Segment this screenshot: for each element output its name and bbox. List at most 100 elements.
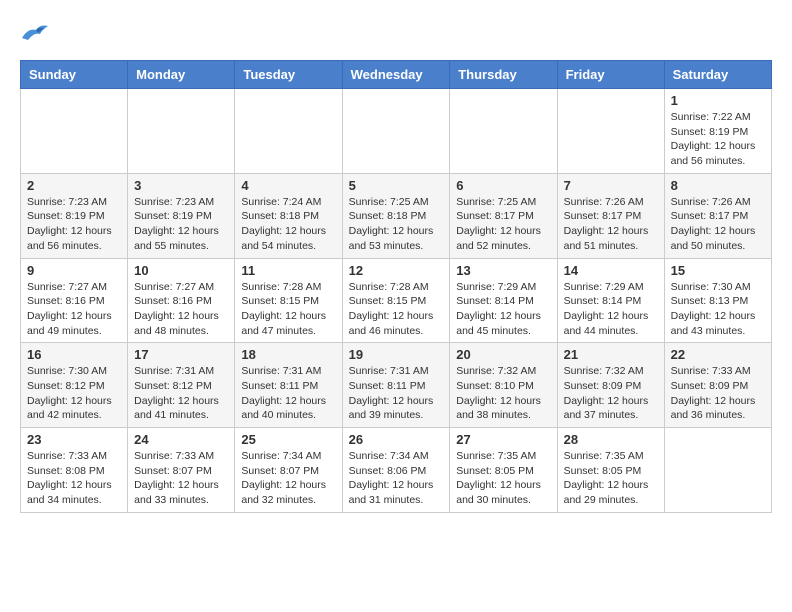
day-number: 27 xyxy=(456,432,550,447)
day-number: 3 xyxy=(134,178,228,193)
calendar-cell: 20 Sunrise: 7:32 AM Sunset: 8:10 PM Dayli… xyxy=(450,343,557,428)
day-info: Sunrise: 7:29 AM Sunset: 8:14 PM Dayligh… xyxy=(456,280,550,339)
calendar-cell: 6 Sunrise: 7:25 AM Sunset: 8:17 PM Daylig… xyxy=(450,173,557,258)
day-number: 16 xyxy=(27,347,121,362)
day-number: 8 xyxy=(671,178,765,193)
calendar-cell xyxy=(664,428,771,513)
calendar-cell: 27 Sunrise: 7:35 AM Sunset: 8:05 PM Dayli… xyxy=(450,428,557,513)
weekday-header: Thursday xyxy=(450,61,557,89)
calendar-cell: 17 Sunrise: 7:31 AM Sunset: 8:12 PM Dayli… xyxy=(128,343,235,428)
day-info: Sunrise: 7:34 AM Sunset: 8:07 PM Dayligh… xyxy=(241,449,335,508)
day-info: Sunrise: 7:23 AM Sunset: 8:19 PM Dayligh… xyxy=(134,195,228,254)
day-info: Sunrise: 7:33 AM Sunset: 8:09 PM Dayligh… xyxy=(671,364,765,423)
day-info: Sunrise: 7:31 AM Sunset: 8:11 PM Dayligh… xyxy=(349,364,444,423)
day-number: 6 xyxy=(456,178,550,193)
day-number: 1 xyxy=(671,93,765,108)
day-number: 21 xyxy=(564,347,658,362)
calendar-cell xyxy=(557,89,664,174)
day-info: Sunrise: 7:30 AM Sunset: 8:12 PM Dayligh… xyxy=(27,364,121,423)
day-number: 10 xyxy=(134,263,228,278)
calendar-cell: 14 Sunrise: 7:29 AM Sunset: 8:14 PM Dayli… xyxy=(557,258,664,343)
calendar-cell: 8 Sunrise: 7:26 AM Sunset: 8:17 PM Daylig… xyxy=(664,173,771,258)
day-number: 5 xyxy=(349,178,444,193)
day-info: Sunrise: 7:35 AM Sunset: 8:05 PM Dayligh… xyxy=(456,449,550,508)
calendar-cell: 11 Sunrise: 7:28 AM Sunset: 8:15 PM Dayli… xyxy=(235,258,342,343)
calendar-cell: 23 Sunrise: 7:33 AM Sunset: 8:08 PM Dayli… xyxy=(21,428,128,513)
day-number: 22 xyxy=(671,347,765,362)
calendar-week-row: 16 Sunrise: 7:30 AM Sunset: 8:12 PM Dayli… xyxy=(21,343,772,428)
day-info: Sunrise: 7:31 AM Sunset: 8:12 PM Dayligh… xyxy=(134,364,228,423)
calendar-cell: 4 Sunrise: 7:24 AM Sunset: 8:18 PM Daylig… xyxy=(235,173,342,258)
calendar-cell: 13 Sunrise: 7:29 AM Sunset: 8:14 PM Dayli… xyxy=(450,258,557,343)
calendar-cell: 2 Sunrise: 7:23 AM Sunset: 8:19 PM Daylig… xyxy=(21,173,128,258)
day-number: 15 xyxy=(671,263,765,278)
day-info: Sunrise: 7:25 AM Sunset: 8:18 PM Dayligh… xyxy=(349,195,444,254)
calendar-cell: 16 Sunrise: 7:30 AM Sunset: 8:12 PM Dayli… xyxy=(21,343,128,428)
calendar-cell: 1Sunrise: 7:22 AM Sunset: 8:19 PM Daylig… xyxy=(664,89,771,174)
calendar-cell: 9 Sunrise: 7:27 AM Sunset: 8:16 PM Daylig… xyxy=(21,258,128,343)
day-info: Sunrise: 7:31 AM Sunset: 8:11 PM Dayligh… xyxy=(241,364,335,423)
weekday-header: Sunday xyxy=(21,61,128,89)
day-number: 19 xyxy=(349,347,444,362)
day-info: Sunrise: 7:24 AM Sunset: 8:18 PM Dayligh… xyxy=(241,195,335,254)
calendar-cell: 21 Sunrise: 7:32 AM Sunset: 8:09 PM Dayli… xyxy=(557,343,664,428)
day-info: Sunrise: 7:28 AM Sunset: 8:15 PM Dayligh… xyxy=(349,280,444,339)
day-number: 2 xyxy=(27,178,121,193)
day-number: 24 xyxy=(134,432,228,447)
weekday-header: Tuesday xyxy=(235,61,342,89)
day-number: 4 xyxy=(241,178,335,193)
day-info: Sunrise: 7:26 AM Sunset: 8:17 PM Dayligh… xyxy=(564,195,658,254)
day-number: 9 xyxy=(27,263,121,278)
day-info: Sunrise: 7:27 AM Sunset: 8:16 PM Dayligh… xyxy=(134,280,228,339)
day-number: 13 xyxy=(456,263,550,278)
calendar-cell: 12 Sunrise: 7:28 AM Sunset: 8:15 PM Dayli… xyxy=(342,258,450,343)
day-info: Sunrise: 7:32 AM Sunset: 8:09 PM Dayligh… xyxy=(564,364,658,423)
day-number: 11 xyxy=(241,263,335,278)
page-header xyxy=(20,20,772,44)
calendar-table: SundayMondayTuesdayWednesdayThursdayFrid… xyxy=(20,60,772,513)
day-number: 23 xyxy=(27,432,121,447)
day-number: 14 xyxy=(564,263,658,278)
calendar-week-row: 23 Sunrise: 7:33 AM Sunset: 8:08 PM Dayli… xyxy=(21,428,772,513)
day-number: 7 xyxy=(564,178,658,193)
day-number: 25 xyxy=(241,432,335,447)
calendar-cell: 26Sunrise: 7:34 AM Sunset: 8:06 PM Dayli… xyxy=(342,428,450,513)
day-info: Sunrise: 7:29 AM Sunset: 8:14 PM Dayligh… xyxy=(564,280,658,339)
day-info: Sunrise: 7:35 AM Sunset: 8:05 PM Dayligh… xyxy=(564,449,658,508)
calendar-cell: 18Sunrise: 7:31 AM Sunset: 8:11 PM Dayli… xyxy=(235,343,342,428)
weekday-header: Friday xyxy=(557,61,664,89)
day-info: Sunrise: 7:28 AM Sunset: 8:15 PM Dayligh… xyxy=(241,280,335,339)
calendar-cell xyxy=(21,89,128,174)
calendar-week-row: 1Sunrise: 7:22 AM Sunset: 8:19 PM Daylig… xyxy=(21,89,772,174)
day-number: 28 xyxy=(564,432,658,447)
day-info: Sunrise: 7:25 AM Sunset: 8:17 PM Dayligh… xyxy=(456,195,550,254)
calendar-cell: 3 Sunrise: 7:23 AM Sunset: 8:19 PM Daylig… xyxy=(128,173,235,258)
day-info: Sunrise: 7:34 AM Sunset: 8:06 PM Dayligh… xyxy=(349,449,444,508)
logo xyxy=(20,20,54,44)
day-number: 12 xyxy=(349,263,444,278)
calendar-cell xyxy=(342,89,450,174)
calendar-cell: 24Sunrise: 7:33 AM Sunset: 8:07 PM Dayli… xyxy=(128,428,235,513)
weekday-header: Monday xyxy=(128,61,235,89)
calendar-week-row: 9 Sunrise: 7:27 AM Sunset: 8:16 PM Daylig… xyxy=(21,258,772,343)
calendar-week-row: 2 Sunrise: 7:23 AM Sunset: 8:19 PM Daylig… xyxy=(21,173,772,258)
weekday-header: Saturday xyxy=(664,61,771,89)
day-info: Sunrise: 7:32 AM Sunset: 8:10 PM Dayligh… xyxy=(456,364,550,423)
calendar-cell xyxy=(450,89,557,174)
day-info: Sunrise: 7:33 AM Sunset: 8:08 PM Dayligh… xyxy=(27,449,121,508)
day-number: 17 xyxy=(134,347,228,362)
logo-bird-icon xyxy=(20,20,50,44)
weekday-header: Wednesday xyxy=(342,61,450,89)
calendar-cell: 5 Sunrise: 7:25 AM Sunset: 8:18 PM Daylig… xyxy=(342,173,450,258)
day-info: Sunrise: 7:26 AM Sunset: 8:17 PM Dayligh… xyxy=(671,195,765,254)
calendar-cell: 7 Sunrise: 7:26 AM Sunset: 8:17 PM Daylig… xyxy=(557,173,664,258)
day-info: Sunrise: 7:27 AM Sunset: 8:16 PM Dayligh… xyxy=(27,280,121,339)
calendar-cell xyxy=(235,89,342,174)
day-info: Sunrise: 7:30 AM Sunset: 8:13 PM Dayligh… xyxy=(671,280,765,339)
calendar-cell: 19 Sunrise: 7:31 AM Sunset: 8:11 PM Dayli… xyxy=(342,343,450,428)
calendar-cell: 28 Sunrise: 7:35 AM Sunset: 8:05 PM Dayli… xyxy=(557,428,664,513)
day-number: 20 xyxy=(456,347,550,362)
day-info: Sunrise: 7:23 AM Sunset: 8:19 PM Dayligh… xyxy=(27,195,121,254)
calendar-cell: 22 Sunrise: 7:33 AM Sunset: 8:09 PM Dayli… xyxy=(664,343,771,428)
calendar-cell: 25 Sunrise: 7:34 AM Sunset: 8:07 PM Dayli… xyxy=(235,428,342,513)
